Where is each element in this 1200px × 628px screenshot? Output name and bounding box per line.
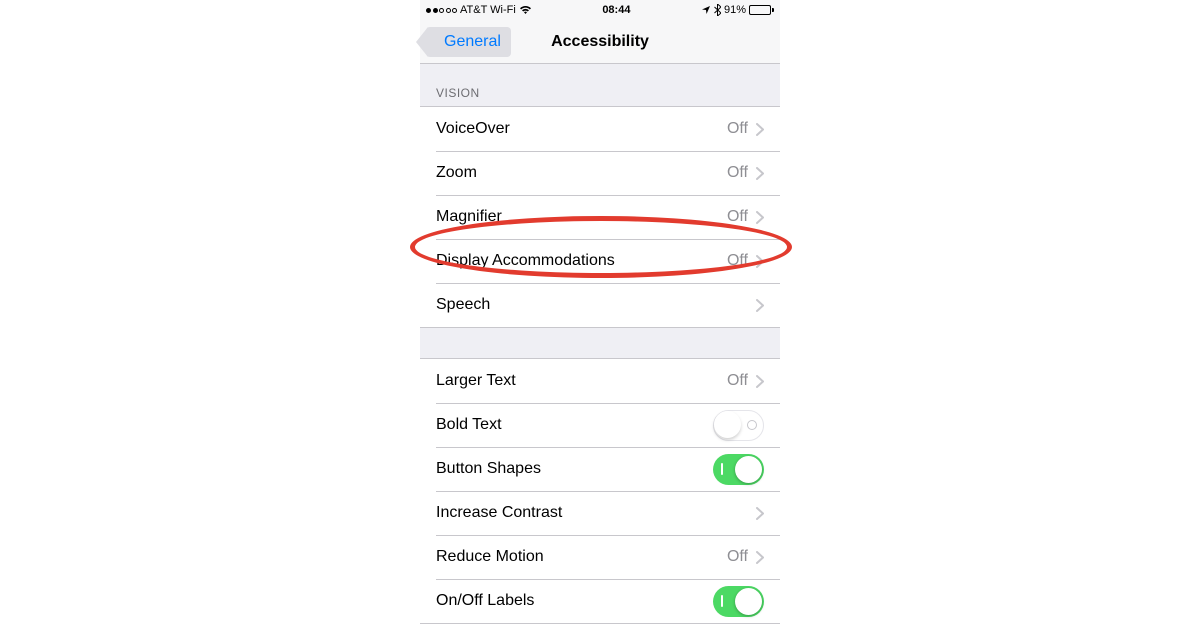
navigation-bar: General Accessibility	[420, 20, 780, 64]
row-bold-text[interactable]: Bold Text	[420, 403, 780, 447]
bluetooth-icon	[714, 4, 721, 16]
status-right: 91%	[701, 4, 774, 16]
chevron-right-icon	[756, 255, 764, 268]
status-time: 08:44	[602, 4, 630, 16]
row-label: VoiceOver	[436, 120, 727, 138]
chevron-right-icon	[756, 123, 764, 136]
section-header-vision: VISION	[420, 64, 780, 106]
battery-icon	[749, 5, 774, 15]
page-title: Accessibility	[551, 33, 649, 51]
row-label: Magnifier	[436, 208, 727, 226]
row-value: Off	[727, 548, 748, 566]
row-display-accommodations[interactable]: Display Accommodations Off	[420, 239, 780, 283]
row-voiceover[interactable]: VoiceOver Off	[420, 107, 780, 151]
vision-list: VoiceOver Off Zoom Off Magnifier Off Dis…	[420, 106, 780, 328]
chevron-right-icon	[756, 299, 764, 312]
chevron-right-icon	[756, 211, 764, 224]
row-value: Off	[727, 164, 748, 182]
button-shapes-switch[interactable]	[713, 454, 764, 485]
row-reduce-motion[interactable]: Reduce Motion Off	[420, 535, 780, 579]
row-button-shapes[interactable]: Button Shapes	[420, 447, 780, 491]
text-list: Larger Text Off Bold Text Button Shapes …	[420, 358, 780, 624]
row-value: Off	[727, 120, 748, 138]
chevron-right-icon	[756, 551, 764, 564]
row-value: Off	[727, 208, 748, 226]
wifi-icon	[519, 5, 532, 15]
row-value: Off	[727, 252, 748, 270]
row-value: Off	[727, 372, 748, 390]
signal-strength-icon	[426, 8, 457, 13]
onoff-labels-switch[interactable]	[713, 586, 764, 617]
chevron-right-icon	[756, 167, 764, 180]
row-onoff-labels[interactable]: On/Off Labels	[420, 579, 780, 623]
chevron-right-icon	[756, 507, 764, 520]
back-button[interactable]: General	[426, 27, 511, 57]
row-magnifier[interactable]: Magnifier Off	[420, 195, 780, 239]
row-larger-text[interactable]: Larger Text Off	[420, 359, 780, 403]
status-bar: AT&T Wi-Fi 08:44 91%	[420, 0, 780, 20]
location-icon	[701, 5, 711, 15]
row-speech[interactable]: Speech	[420, 283, 780, 327]
row-zoom[interactable]: Zoom Off	[420, 151, 780, 195]
row-label: Speech	[436, 296, 756, 314]
chevron-right-icon	[756, 375, 764, 388]
battery-percent: 91%	[724, 4, 746, 16]
section-gap	[420, 328, 780, 358]
row-label: Reduce Motion	[436, 548, 727, 566]
row-label: Zoom	[436, 164, 727, 182]
carrier-label: AT&T Wi-Fi	[460, 4, 516, 16]
row-label: Increase Contrast	[436, 504, 756, 522]
row-label: On/Off Labels	[436, 592, 713, 610]
row-label: Bold Text	[436, 416, 713, 434]
status-left: AT&T Wi-Fi	[426, 4, 532, 16]
back-button-label: General	[444, 33, 501, 51]
row-increase-contrast[interactable]: Increase Contrast	[420, 491, 780, 535]
row-label: Button Shapes	[436, 460, 713, 478]
bold-text-switch[interactable]	[713, 410, 764, 441]
row-label: Display Accommodations	[436, 252, 727, 270]
row-label: Larger Text	[436, 372, 727, 390]
phone-frame: AT&T Wi-Fi 08:44 91% General Accessibili…	[420, 0, 780, 624]
